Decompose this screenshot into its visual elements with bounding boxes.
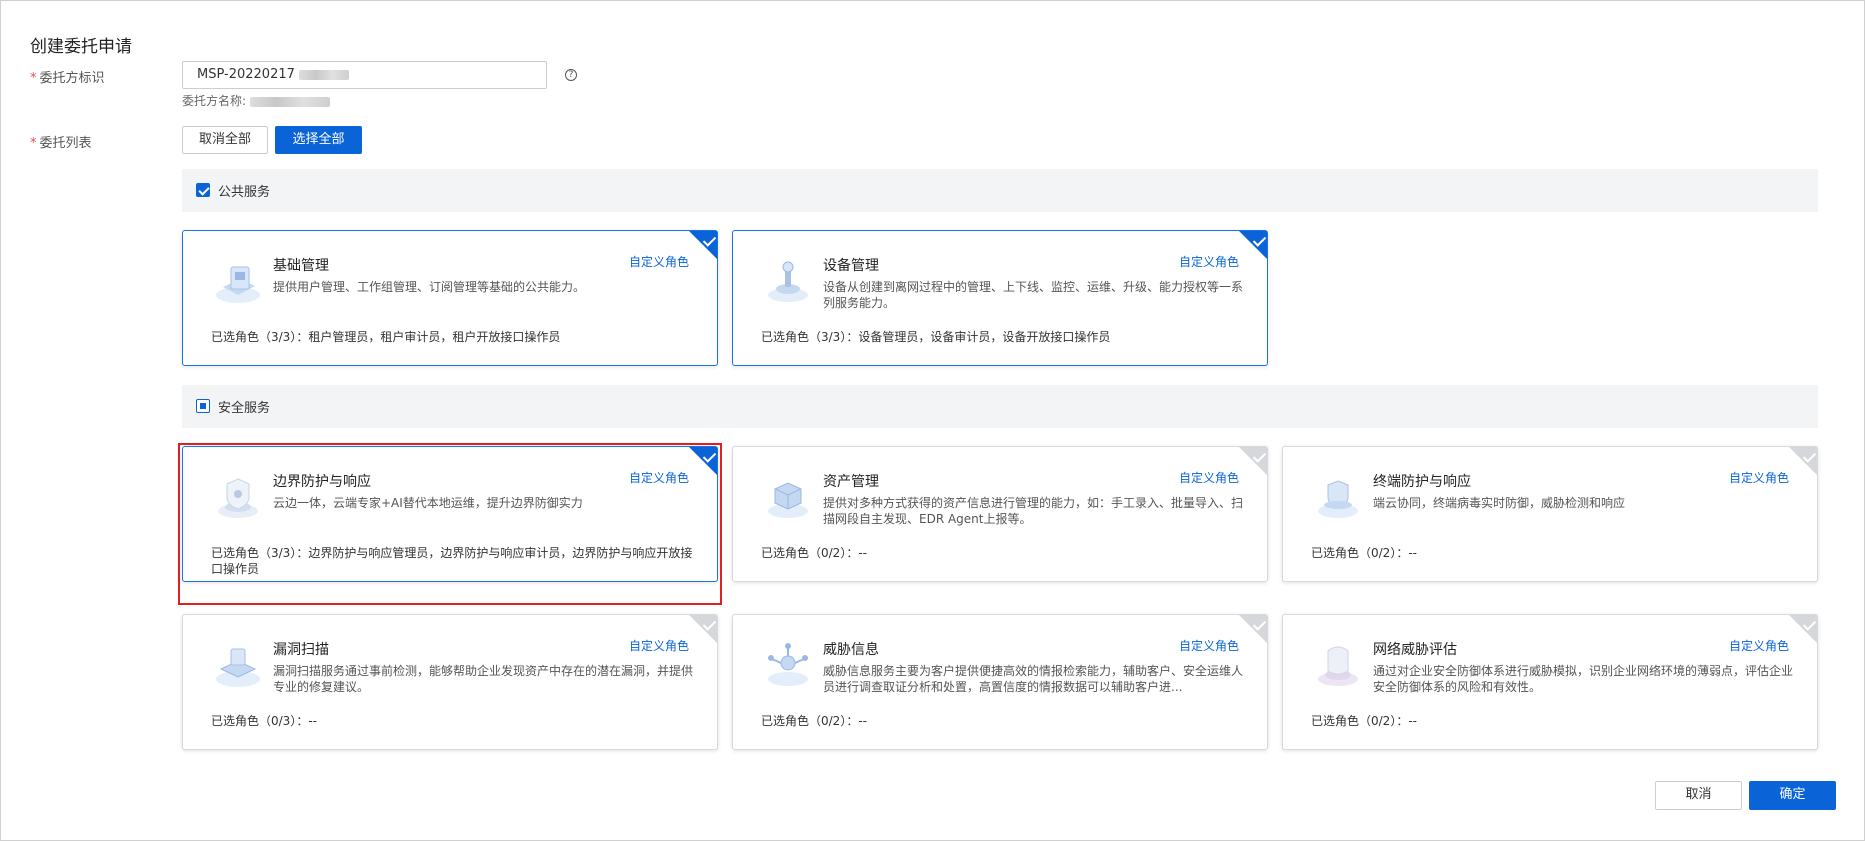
card-desc: 提供用户管理、工作组管理、订阅管理等基础的公共能力。: [273, 280, 586, 294]
confirm-button[interactable]: 确定: [1749, 781, 1836, 810]
group-label: 公共服务: [218, 185, 271, 200]
custom-role-link[interactable]: 自定义角色: [1179, 637, 1239, 654]
service-card-threat-intel[interactable]: 威胁信息 威胁信息服务主要为客户提供便捷高效的情报检索能力，辅助客户、安全运维人…: [732, 614, 1268, 750]
card-desc: 漏洞扫描服务通过事前检测，能够帮助企业发现资产中存在的潜在漏洞，并提供专业的修复…: [273, 664, 694, 694]
card-roles: 已选角色（3/3）：边界防护与响应管理员，边界防护与响应审计员，边界防护与响应开…: [211, 546, 693, 576]
custom-role-link[interactable]: 自定义角色: [1729, 637, 1789, 654]
card-roles: 已选角色（0/2）：--: [1311, 546, 1417, 560]
delegator-label: * 委托方标识: [30, 71, 105, 86]
group-checkbox-security[interactable]: [196, 399, 210, 413]
group-checkbox-public[interactable]: [196, 183, 210, 197]
card-desc: 端云协同，终端病毒实时防御，威胁检测和响应: [1373, 496, 1626, 510]
card-desc: 云边一体，云端专家+AI替代本地运维，提升边界防御实力: [273, 496, 583, 510]
endpoint-protection-icon: [1318, 480, 1358, 518]
card-title: 资产管理: [823, 474, 879, 490]
delegator-input[interactable]: MSP-20220217: [182, 61, 547, 89]
card-title: 漏洞扫描: [273, 642, 329, 658]
card-desc: 通过对企业安全防御体系进行威胁模拟，识别企业网络环境的薄弱点，评估企业安全防御体…: [1373, 664, 1794, 694]
custom-role-link[interactable]: 自定义角色: [1729, 469, 1789, 486]
service-card-endpoint-protection[interactable]: 终端防护与响应 端云协同，终端病毒实时防御，威胁检测和响应 自定义角色 已选角色…: [1282, 446, 1818, 582]
card-title: 终端防护与响应: [1373, 474, 1471, 490]
card-title: 网络威胁评估: [1373, 642, 1457, 658]
group-public-services: 公共服务: [182, 169, 1818, 212]
card-title: 基础管理: [273, 258, 329, 274]
card-roles: 已选角色（0/2）：--: [1311, 714, 1417, 728]
card-desc: 设备从创建到离网过程中的管理、上下线、监控、运维、升级、能力授权等一系列服务能力…: [823, 280, 1244, 310]
asset-management-icon: [768, 482, 808, 518]
card-roles: 已选角色（3/3）：设备管理员，设备审计员，设备开放接口操作员: [761, 330, 1111, 344]
custom-role-link[interactable]: 自定义角色: [629, 253, 689, 270]
network-threat-assessment-icon: [1318, 646, 1358, 686]
card-desc: 提供对多种方式获得的资产信息进行管理的能力，如：手工录入、批量导入、扫描网段自主…: [823, 496, 1244, 526]
threat-intel-icon: [768, 643, 808, 686]
card-title: 边界防护与响应: [273, 474, 371, 490]
card-title: 设备管理: [823, 258, 879, 274]
group-label: 安全服务: [218, 401, 271, 416]
help-icon[interactable]: ?: [565, 69, 577, 81]
card-roles: 已选角色（0/2）：--: [761, 546, 867, 560]
service-card-basic-management[interactable]: 基础管理 提供用户管理、工作组管理、订阅管理等基础的公共能力。 自定义角色 已选…: [182, 230, 718, 366]
redacted-text: [299, 69, 350, 80]
page-title: 创建委托申请: [30, 37, 132, 57]
service-card-asset-management[interactable]: 资产管理 提供对多种方式获得的资产信息进行管理的能力，如：手工录入、批量导入、扫…: [732, 446, 1268, 582]
delegator-name: 委托方名称:: [182, 92, 330, 109]
redacted-text: [249, 96, 330, 107]
delegation-list-label: * 委托列表: [30, 136, 92, 151]
boundary-protection-icon: [218, 478, 258, 518]
service-card-vulnerability-scan[interactable]: 漏洞扫描 漏洞扫描服务通过事前检测，能够帮助企业发现资产中存在的潜在漏洞，并提供…: [182, 614, 718, 750]
card-roles: 已选角色（0/2）：--: [761, 714, 867, 728]
card-roles: 已选角色（0/3）：--: [211, 714, 317, 728]
custom-role-link[interactable]: 自定义角色: [629, 469, 689, 486]
custom-role-link[interactable]: 自定义角色: [1179, 253, 1239, 270]
service-card-boundary-protection[interactable]: 边界防护与响应 云边一体，云端专家+AI替代本地运维，提升边界防御实力 自定义角…: [182, 446, 718, 582]
vulnerability-scan-icon: [216, 648, 260, 687]
cancel-button[interactable]: 取消: [1655, 781, 1742, 810]
card-desc: 威胁信息服务主要为客户提供便捷高效的情报检索能力，辅助客户、安全运维人员进行调查…: [823, 664, 1244, 694]
custom-role-link[interactable]: 自定义角色: [1179, 469, 1239, 486]
deselect-all-button[interactable]: 取消全部: [182, 126, 268, 154]
service-card-network-threat-assessment[interactable]: 网络威胁评估 通过对企业安全防御体系进行威胁模拟，识别企业网络环境的薄弱点，评估…: [1282, 614, 1818, 750]
service-card-device-management[interactable]: 设备管理 设备从创建到离网过程中的管理、上下线、监控、运维、升级、能力授权等一系…: [732, 230, 1268, 366]
card-roles: 已选角色（3/3）：租户管理员，租户审计员，租户开放接口操作员: [211, 330, 561, 344]
basic-management-icon: [216, 266, 260, 303]
select-all-button[interactable]: 选择全部: [275, 126, 362, 154]
group-security-services: 安全服务: [182, 385, 1818, 428]
device-management-icon: [768, 261, 808, 302]
card-title: 威胁信息: [823, 642, 879, 658]
custom-role-link[interactable]: 自定义角色: [629, 637, 689, 654]
